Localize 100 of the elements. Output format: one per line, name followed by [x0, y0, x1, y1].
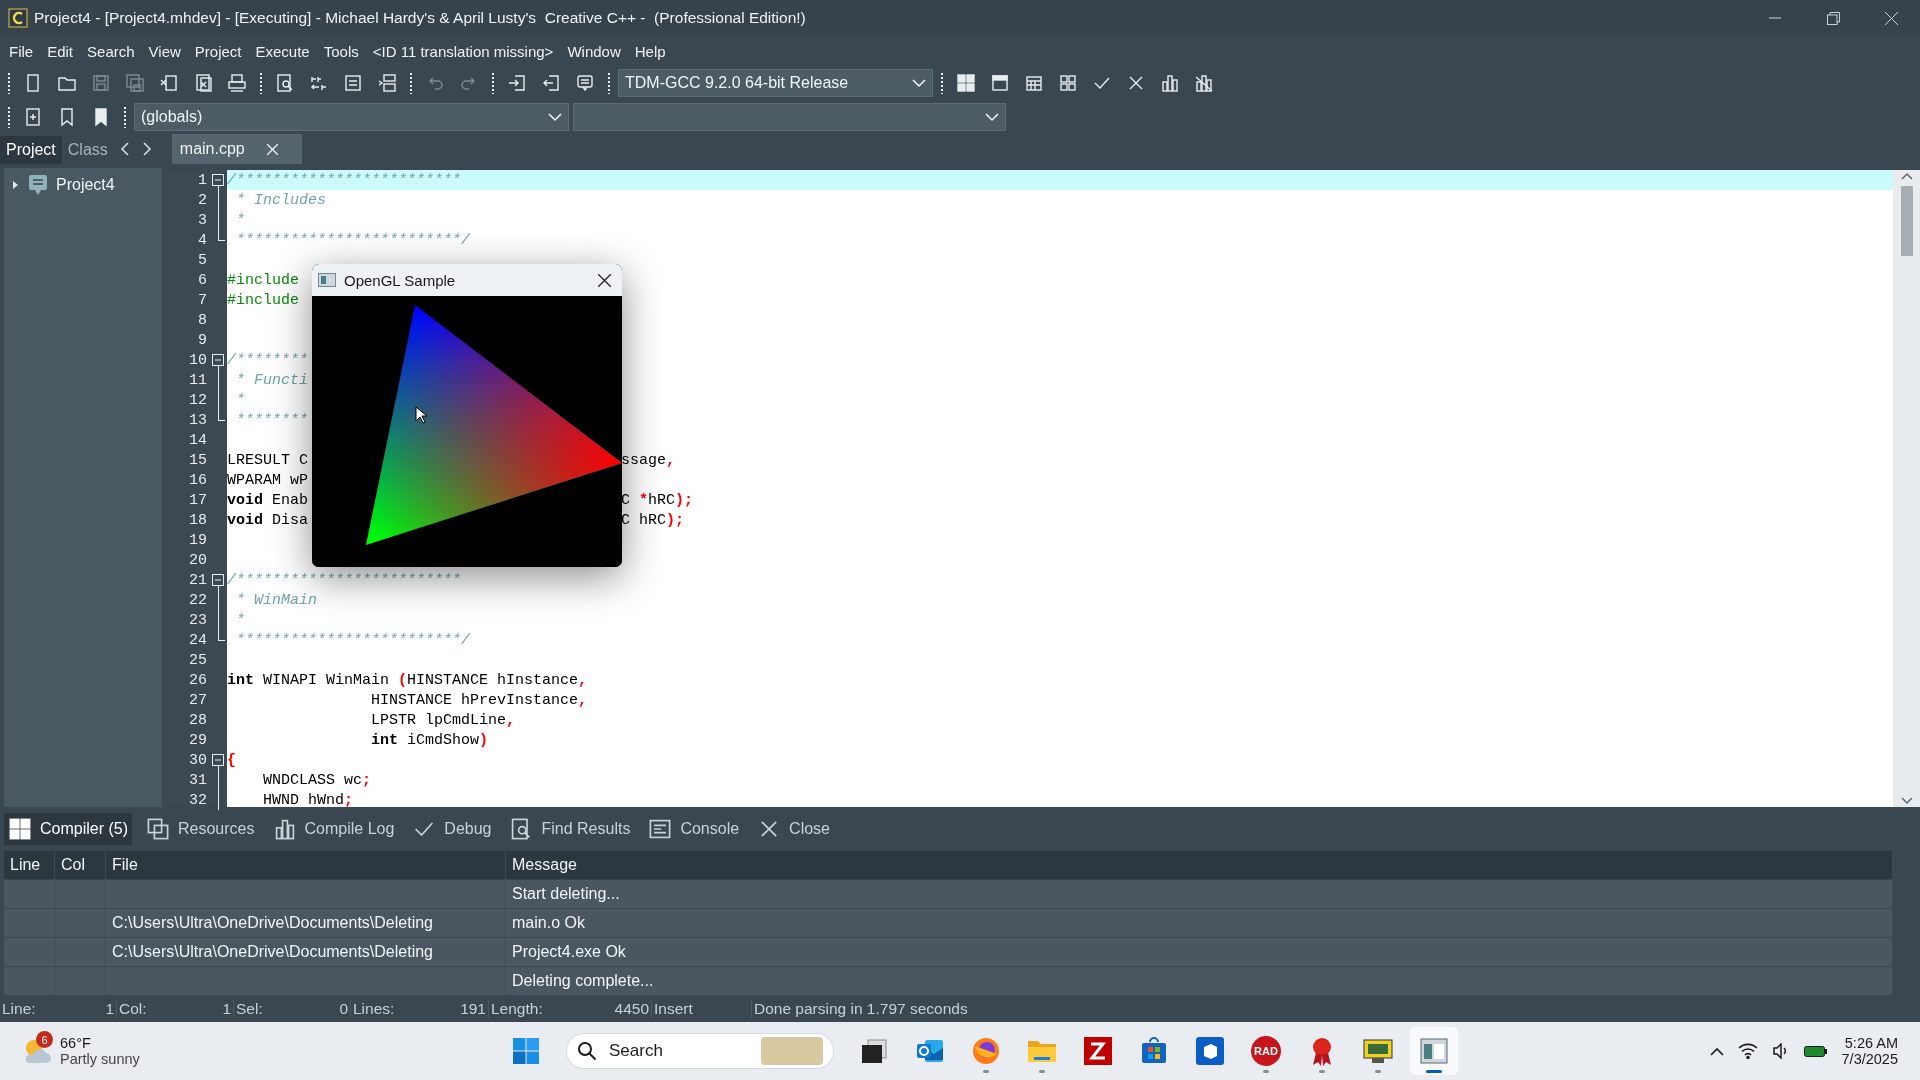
collapse-icon[interactable] — [212, 754, 224, 766]
page-plus-icon[interactable] — [23, 107, 43, 127]
column-header[interactable]: Line — [4, 851, 55, 879]
clock-time[interactable]: 5:26 AM — [1844, 1035, 1898, 1051]
close-file-icon[interactable] — [159, 73, 179, 93]
panel-tab[interactable]: Compiler (5) — [4, 813, 132, 845]
grid-icon[interactable] — [956, 73, 976, 93]
table-cell: Project4.exe Ok — [506, 938, 1893, 966]
zigzag-square-icon[interactable] — [1084, 1037, 1112, 1065]
panel-tab[interactable]: Debug — [408, 813, 496, 845]
scrollbar[interactable] — [1893, 170, 1920, 807]
menu-item[interactable]: Window — [560, 38, 628, 64]
tiles-icon[interactable] — [1058, 73, 1078, 93]
line-number: 7 — [198, 291, 208, 309]
dropdown[interactable]: TDM-GCC 9.2.0 64-bit Release — [618, 69, 933, 97]
column-header[interactable]: Message — [506, 851, 1893, 879]
search-icon[interactable] — [275, 73, 295, 93]
column-header[interactable]: Col — [55, 851, 106, 879]
menu-item[interactable]: Search — [80, 38, 142, 64]
line-number: 4 — [198, 231, 208, 249]
menu-item[interactable]: File — [2, 38, 41, 64]
shopping-bag-icon[interactable] — [1139, 1036, 1169, 1066]
panel-tab[interactable]: Project — [0, 136, 62, 164]
panel-tab[interactable]: Find Results — [505, 813, 635, 845]
code-line: /************************* — [227, 171, 462, 189]
collapse-icon[interactable] — [212, 574, 224, 586]
browser-icon[interactable] — [971, 1036, 1001, 1066]
window-icon[interactable] — [990, 73, 1010, 93]
line-number: 2 — [198, 191, 208, 209]
printer-icon[interactable] — [227, 73, 247, 93]
menu-item[interactable]: Execute — [248, 38, 317, 64]
panel-tab[interactable]: Compile Log — [268, 813, 399, 845]
toolbar-grip[interactable] — [7, 106, 11, 128]
box-icon[interactable] — [1196, 1037, 1224, 1065]
panel-tab[interactable]: Resources — [142, 813, 259, 845]
battery-icon[interactable] — [1803, 1044, 1828, 1058]
code-line: HINSTANCE hPrevInstance, — [370, 691, 588, 709]
close-files-icon[interactable] — [193, 73, 213, 93]
search-bar[interactable]: Search — [566, 1033, 834, 1069]
window-square-icon[interactable] — [860, 1037, 888, 1065]
clock-date[interactable]: 7/3/2025 — [1841, 1051, 1898, 1067]
chevron-up-icon[interactable] — [1709, 1046, 1724, 1056]
bar-chart-crossed-icon[interactable] — [1194, 73, 1214, 93]
collapse-icon[interactable] — [212, 174, 224, 186]
line-number: 17 — [189, 491, 208, 509]
menu-item[interactable]: Edit — [40, 38, 81, 64]
panel-tab[interactable]: Class — [61, 136, 114, 164]
close-icon[interactable] — [266, 143, 278, 155]
status-field: Insert — [652, 1000, 752, 1018]
line-number: 24 — [189, 631, 208, 649]
line-number: 5 — [198, 251, 208, 269]
lines-box-icon[interactable] — [343, 73, 363, 93]
chevron-left-icon[interactable] — [119, 142, 130, 156]
speech-bubble-icon[interactable] — [575, 73, 595, 93]
monitor-icon[interactable] — [1362, 1036, 1394, 1066]
chevron-right-icon[interactable] — [141, 142, 152, 156]
arrow-out-of-page-icon[interactable] — [541, 73, 561, 93]
console-icon — [648, 817, 673, 841]
editor-tab[interactable]: main.cpp — [171, 134, 302, 164]
arrow-into-page-icon[interactable] — [507, 73, 527, 93]
menu-item[interactable]: Tools — [316, 38, 366, 64]
menu-item[interactable]: Help — [627, 38, 673, 64]
collapse-icon[interactable] — [212, 354, 224, 366]
toolbar-grip[interactable] — [940, 72, 944, 94]
window-icon[interactable] — [1420, 1038, 1448, 1064]
code-line: * — [235, 611, 245, 629]
dropdown[interactable]: (globals) — [134, 103, 569, 131]
toolbar-grip[interactable] — [607, 72, 611, 94]
expand-arrow-icon[interactable] — [12, 180, 20, 190]
copy-icon — [146, 817, 170, 841]
column-header[interactable]: File — [106, 851, 506, 879]
scroll-down-icon[interactable] — [1900, 797, 1913, 805]
menu-item[interactable]: View — [141, 38, 188, 64]
bar-chart-icon[interactable] — [1160, 73, 1180, 93]
toolbar-grip[interactable] — [123, 106, 127, 128]
line-number: 18 — [189, 511, 208, 529]
panel-tab[interactable]: Close — [753, 813, 834, 845]
menu-item[interactable]: <ID 11 translation missing> — [365, 38, 561, 64]
toolbar-grip[interactable] — [409, 72, 413, 94]
windows-logo-icon[interactable] — [512, 1037, 540, 1065]
table-icon[interactable] — [1024, 73, 1044, 93]
toolbar-grip[interactable] — [7, 72, 11, 94]
code-line: LRESULT C ssage, — [227, 451, 676, 469]
menu-item[interactable]: Project — [187, 38, 249, 64]
code-line: *************************/ — [235, 631, 471, 649]
scrollbar-thumb[interactable] — [1900, 186, 1913, 256]
temperature-text: 66°F — [60, 1035, 92, 1051]
scroll-up-icon[interactable] — [1900, 172, 1913, 180]
app-logo[interactable]: RAD — [1251, 1036, 1281, 1066]
tree-item[interactable]: Project4 — [56, 176, 115, 194]
toolbar-grip[interactable] — [491, 72, 495, 94]
wifi-icon[interactable] — [1737, 1043, 1758, 1059]
code-line: * Includes — [235, 191, 327, 209]
line-number: 31 — [189, 771, 208, 789]
code-line: ******** — [235, 411, 308, 429]
split-panel-icon[interactable] — [377, 73, 397, 93]
panel-tab[interactable]: Console — [644, 813, 744, 845]
taskbar-button[interactable]: RAD — [1242, 1027, 1290, 1075]
search-input[interactable]: Search — [607, 1040, 751, 1062]
toolbar-grip[interactable] — [259, 72, 263, 94]
